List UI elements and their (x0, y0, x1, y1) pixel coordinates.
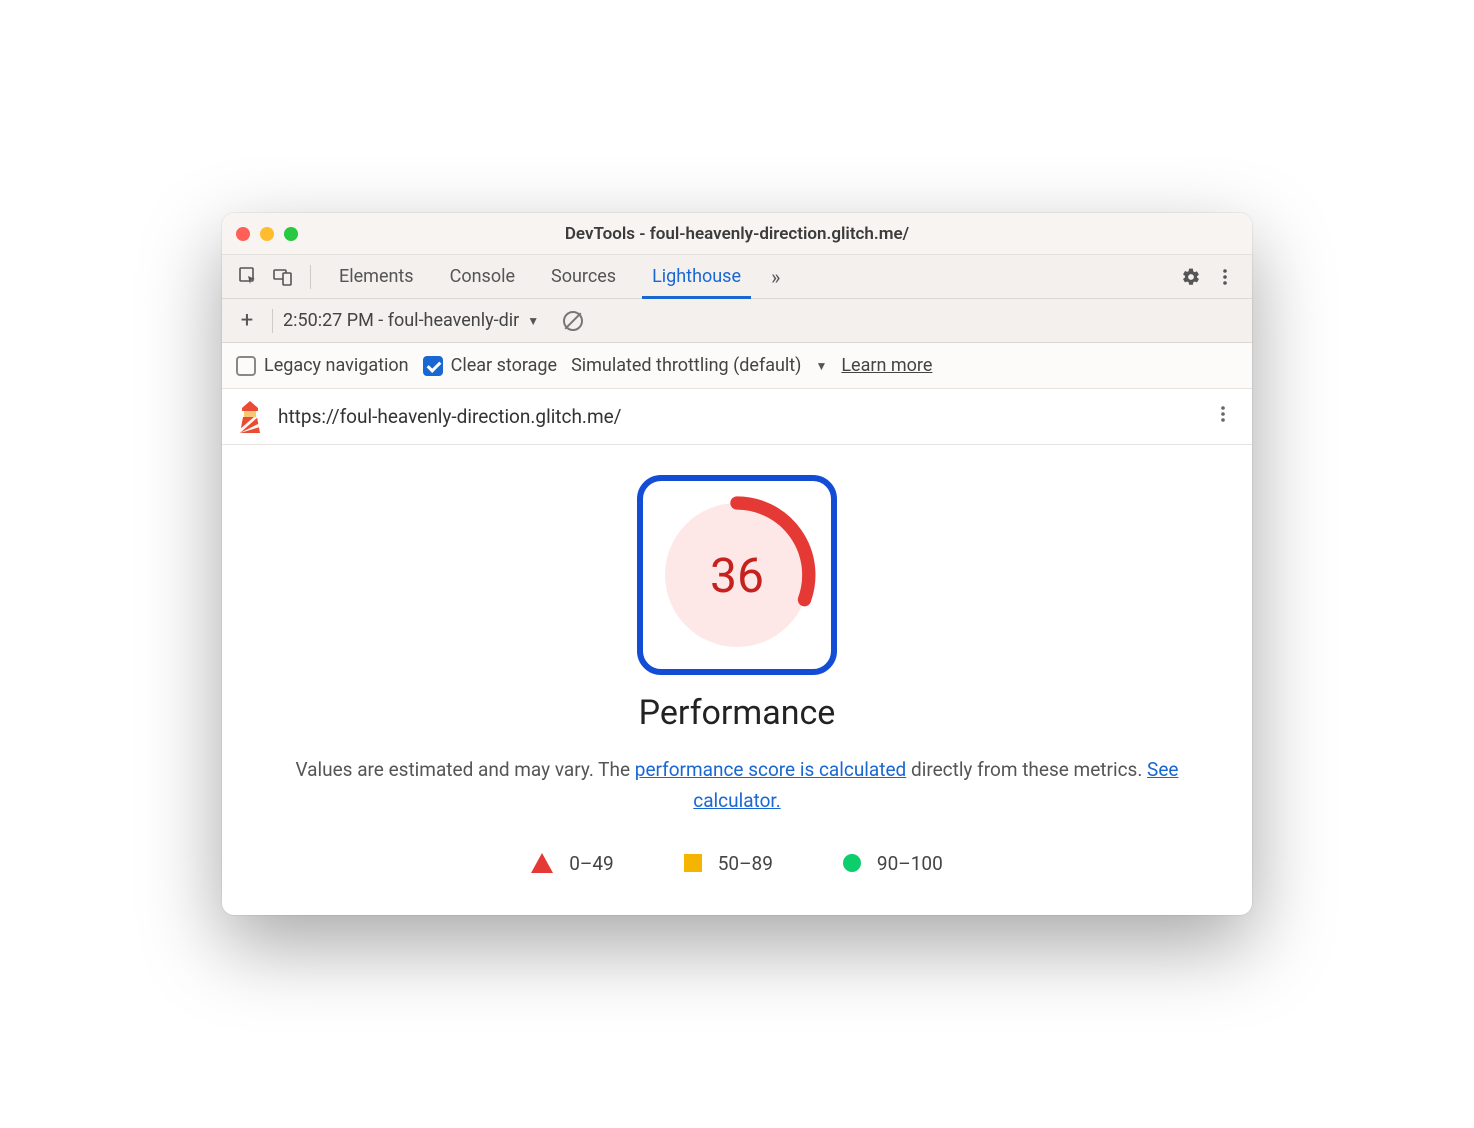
new-report-button[interactable]: + (232, 308, 262, 333)
legend-pass: 90–100 (843, 852, 943, 875)
titlebar: DevTools - foul-heavenly-direction.glitc… (222, 213, 1252, 255)
chevron-down-icon: ▼ (527, 314, 539, 328)
report-body: 36 Performance Values are estimated and … (222, 445, 1252, 915)
zoom-dot[interactable] (284, 227, 298, 241)
score-description: Values are estimated and may vary. The p… (252, 755, 1222, 816)
main-tabbar: Elements Console Sources Lighthouse » (222, 255, 1252, 299)
learn-more-link[interactable]: Learn more (841, 355, 932, 376)
category-title: Performance (252, 693, 1222, 733)
settings-gear-icon[interactable] (1174, 260, 1208, 294)
throttling-select[interactable]: Simulated throttling (default) ▼ (571, 355, 827, 376)
report-select[interactable]: 2:50:27 PM - foul-heavenly-dir ▼ (283, 310, 539, 331)
circle-pass-icon (843, 854, 861, 872)
lighthouse-icon (236, 401, 264, 433)
score-legend: 0–49 50–89 90–100 (252, 852, 1222, 875)
tab-console[interactable]: Console (432, 255, 533, 299)
score-value: 36 (710, 547, 764, 604)
legend-fail-label: 0–49 (569, 852, 614, 875)
report-url: https://foul-heavenly-direction.glitch.m… (278, 405, 1194, 428)
divider (310, 265, 311, 289)
checkbox-icon (236, 356, 256, 376)
desc-text: Values are estimated and may vary. The (296, 758, 635, 781)
score-calc-link[interactable]: performance score is calculated (635, 758, 906, 781)
legend-average-label: 50–89 (718, 852, 773, 875)
clear-storage-checkbox[interactable]: Clear storage (423, 355, 557, 376)
report-header: https://foul-heavenly-direction.glitch.m… (222, 389, 1252, 445)
minimize-dot[interactable] (260, 227, 274, 241)
checkbox-checked-icon (423, 356, 443, 376)
lighthouse-subbar: + 2:50:27 PM - foul-heavenly-dir ▼ (222, 299, 1252, 343)
close-dot[interactable] (236, 227, 250, 241)
legacy-nav-label: Legacy navigation (264, 355, 409, 376)
throttling-label: Simulated throttling (default) (571, 355, 801, 376)
clear-report-icon[interactable] (563, 311, 583, 331)
score-gauge-highlight[interactable]: 36 (637, 475, 837, 675)
divider (272, 309, 273, 333)
report-select-label: 2:50:27 PM - foul-heavenly-dir (283, 310, 519, 331)
device-toggle-icon[interactable] (266, 260, 300, 294)
legacy-nav-checkbox[interactable]: Legacy navigation (236, 355, 409, 376)
square-warn-icon (684, 854, 702, 872)
clear-storage-label: Clear storage (451, 355, 557, 376)
desc-text: directly from these metrics. (906, 758, 1147, 781)
report-more-icon[interactable] (1208, 404, 1238, 429)
triangle-fail-icon (531, 853, 553, 873)
tab-sources[interactable]: Sources (533, 255, 634, 299)
more-tabs-icon[interactable]: » (759, 265, 792, 289)
window-title: DevTools - foul-heavenly-direction.glitc… (565, 224, 909, 244)
legend-average: 50–89 (684, 852, 773, 875)
legend-fail: 0–49 (531, 852, 614, 875)
lighthouse-options: Legacy navigation Clear storage Simulate… (222, 343, 1252, 389)
more-menu-icon[interactable] (1208, 260, 1242, 294)
traffic-lights (236, 227, 298, 241)
inspect-icon[interactable] (232, 260, 266, 294)
tab-lighthouse[interactable]: Lighthouse (634, 255, 759, 299)
devtools-window: DevTools - foul-heavenly-direction.glitc… (222, 213, 1252, 915)
legend-pass-label: 90–100 (877, 852, 943, 875)
tab-elements[interactable]: Elements (321, 255, 432, 299)
chevron-down-icon: ▼ (815, 359, 827, 373)
